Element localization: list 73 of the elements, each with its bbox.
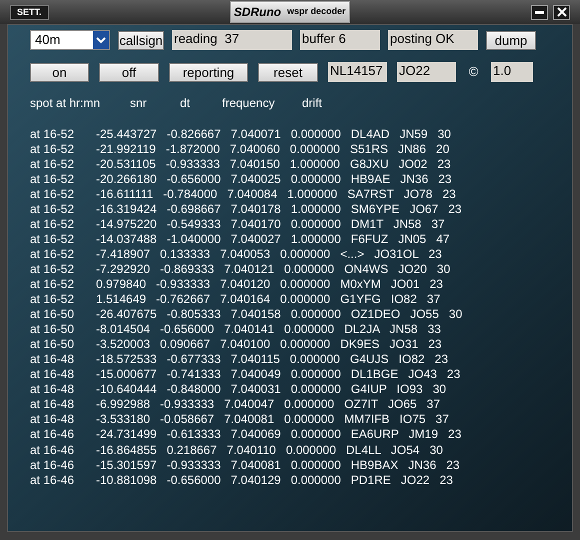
spot-line: -10.640444 -0.848000 7.040031 0.000000 G4IUP IO93 30 [96,381,446,398]
spot-line: -14.975220 -0.549333 7.040170 0.000000 DM1T JN58 37 [96,216,445,233]
spot-line: -20.266180 -0.656000 7.040025 0.000000 HB9AE JN36 23 [96,170,452,188]
spot-time: at 16-46 [30,426,76,444]
spot-line: -26.407675 -0.805333 7.040158 0.000000 OZ1DEO JO55 30 [96,306,462,324]
text-field[interactable]: 1.0 [491,62,533,82]
spot-time: at 16-48 [30,351,76,368]
spot-line: -16.611111 -0.784000 7.040084 1.000000 SA7RST JO78 23 [96,186,456,203]
spot-time: at 16-48 [30,366,76,384]
spot-time: at 16-50 [30,321,76,338]
spot-line: -7.292920 -0.869333 7.040121 0.000000 ON4WS JO20 30 [96,260,450,278]
spot-time: at 16-46 [30,456,76,474]
spot-time: at 16-52 [30,260,76,278]
action-button[interactable]: dump [486,30,536,50]
spot-time: at 16-52 [30,156,76,173]
copyright-label: © [468,63,480,82]
column-header: drift [302,95,324,112]
spot-line: -7.418907 0.133333 7.040053 0.000000 <...> JO31OL 23 [96,246,442,263]
app-logo: SDRuno wspr decoder [230,1,350,23]
spot-time: at 16-52 [30,216,76,233]
column-header: frequency [222,95,276,112]
spot-line: 0.979840 -0.933333 7.040120 0.000000 M0xYM JO01 23 [96,276,443,293]
spot-line: -14.037488 -1.040000 7.040027 1.000000 F6FUZ JN05 47 [96,230,450,248]
close-button[interactable] [553,4,570,20]
chevron-down-icon [93,31,109,49]
spot-line: 1.514649 -0.762667 7.040164 0.000000 G1YFG IO82 37 [96,291,440,308]
spot-time: at 16-52 [30,200,76,218]
spot-time: at 16-46 [30,442,76,459]
minimize-button[interactable] [531,4,548,20]
column-header: dt [180,95,192,112]
close-icon [556,7,566,17]
action-button[interactable]: reporting [169,62,248,82]
spot-time: at 16-50 [30,336,76,354]
spot-line: -21.992119 -1.872000 7.040060 0.000000 S51RS JN86 20 [96,140,450,158]
spot-time: at 16-52 [30,186,76,203]
spot-line: -24.731499 -0.613333 7.040069 0.000000 EA6URP JM19 23 [96,426,462,444]
spot-time: at 16-52 [30,291,76,308]
spot-line: -16.319424 -0.698667 7.040178 1.000000 SM6YPE JO67 23 [96,200,462,218]
spot-time: at 16-46 [30,472,76,489]
spot-line: -15.301597 -0.933333 7.040081 0.000000 HB9BAX JN36 23 [96,456,460,474]
text-field[interactable]: reading 37 [172,30,292,50]
spot-line: -3.533180 -0.058667 7.040081 0.000000 MM7IFB IO75 37 [96,411,449,428]
column-header: snr [130,95,148,112]
spot-time: at 16-52 [30,230,76,248]
spot-time: at 16-52 [30,126,76,143]
spot-line: -10.881098 -0.656000 7.040129 0.000000 PD1RE JO22 23 [96,472,453,489]
text-field[interactable]: NL14157 [328,62,387,82]
spot-line: -20.531105 -0.933333 7.040150 1.000000 G8JXU JO02 23 [96,156,451,173]
action-button[interactable]: callsign [118,30,164,50]
spot-line: -16.864855 0.218667 7.040110 0.000000 DL4LL JO54 30 [96,442,443,459]
text-field[interactable]: JO22 [397,62,456,82]
spot-time: at 16-48 [30,411,76,428]
spot-line: -6.992988 -0.933333 7.040047 0.000000 OZ7IT JO65 37 [96,396,440,414]
spot-time: at 16-52 [30,170,76,188]
spot-time: at 16-48 [30,381,76,398]
action-button[interactable]: off [99,62,159,82]
action-button[interactable]: on [30,62,89,82]
spot-line: -18.572533 -0.677333 7.040115 0.000000 G4UJS IO82 23 [96,351,448,368]
spot-line: -15.000677 -0.741333 7.040049 0.000000 DL1BGE JO43 23 [96,366,460,384]
action-button[interactable]: reset [258,62,318,82]
column-header: spot at hr:mn [30,95,102,112]
spot-time: at 16-48 [30,396,76,414]
settings-button[interactable]: SETT. [10,4,49,20]
spot-time: at 16-52 [30,246,76,263]
spot-time: at 16-52 [30,140,76,158]
spot-line: -8.014504 -0.656000 7.040141 0.000000 DL2JA JN58 33 [96,321,441,338]
text-field[interactable]: buffer 6 [300,30,380,50]
text-field[interactable]: posting OK [388,30,478,50]
spot-time: at 16-52 [30,276,76,293]
band-dropdown[interactable]: 40m [30,30,110,50]
spot-line: -25.443727 -0.826667 7.040071 0.000000 DL4AD JN59 30 [96,126,451,143]
spot-time: at 16-50 [30,306,76,324]
spot-line: -3.520003 0.090667 7.040100 0.000000 DK9ES JO31 23 [96,336,442,354]
